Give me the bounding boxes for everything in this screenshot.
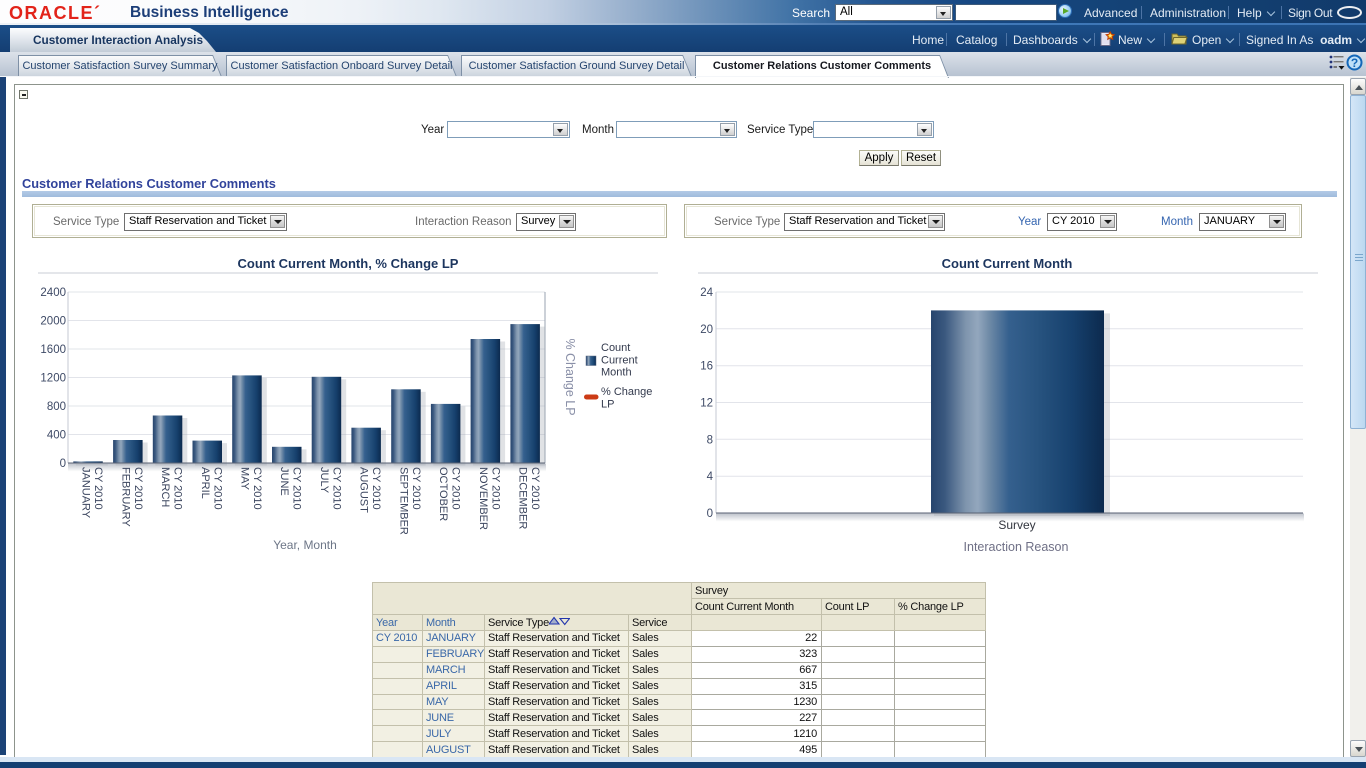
svg-text:?: ? <box>1351 56 1358 70</box>
svg-text:Interaction Reason: Interaction Reason <box>964 540 1069 554</box>
svg-text:0: 0 <box>60 458 66 470</box>
svg-text:800: 800 <box>47 401 66 413</box>
svg-text:20: 20 <box>700 324 713 336</box>
svg-text:% Change LP: % Change LP <box>563 338 577 415</box>
svg-text:24: 24 <box>700 287 713 299</box>
svg-text:CY 2010FEBRUARY: CY 2010FEBRUARY <box>119 467 144 527</box>
svg-text:16: 16 <box>700 361 713 373</box>
svg-text:CY 2010JUNE: CY 2010JUNE <box>278 467 303 510</box>
svg-text:Count: Count <box>601 342 630 354</box>
svg-text:0: 0 <box>707 508 713 520</box>
svg-text:Count Current Month: Count Current Month <box>942 256 1073 271</box>
svg-text:Month: Month <box>601 367 632 379</box>
svg-text:CY 2010OCTOBER: CY 2010OCTOBER <box>437 467 462 521</box>
svg-text:CY 2010NOVEMBER: CY 2010NOVEMBER <box>477 467 502 530</box>
svg-text:Survey: Survey <box>998 518 1035 532</box>
svg-text:400: 400 <box>47 430 66 442</box>
svg-text:4: 4 <box>707 471 714 483</box>
svg-text:CY 2010DECEMBER: CY 2010DECEMBER <box>517 467 542 529</box>
svg-text:% Change: % Change <box>601 386 652 398</box>
svg-text:CY 2010AUGUST: CY 2010AUGUST <box>358 467 383 513</box>
svg-text:CY 2010APRIL: CY 2010APRIL <box>199 467 224 510</box>
svg-text:Year, Month: Year, Month <box>273 538 337 552</box>
svg-text:Count Current Month, % Change: Count Current Month, % Change LP <box>238 256 459 271</box>
svg-text:12: 12 <box>700 398 713 410</box>
svg-text:8: 8 <box>707 434 713 446</box>
svg-text:CY 2010JANUARY: CY 2010JANUARY <box>80 467 105 519</box>
svg-text:1600: 1600 <box>40 344 66 356</box>
svg-text:LP: LP <box>601 399 614 411</box>
svg-text:1200: 1200 <box>40 373 66 385</box>
svg-text:CY 2010SEPTEMBER: CY 2010SEPTEMBER <box>397 467 422 535</box>
svg-text:Current: Current <box>601 355 638 367</box>
svg-text:2000: 2000 <box>40 316 66 328</box>
svg-text:2400: 2400 <box>40 287 66 299</box>
svg-text:CY 2010MAY: CY 2010MAY <box>239 467 264 510</box>
svg-text:CY 2010MARCH: CY 2010MARCH <box>159 467 184 510</box>
svg-text:CY 2010JULY: CY 2010JULY <box>318 467 343 510</box>
